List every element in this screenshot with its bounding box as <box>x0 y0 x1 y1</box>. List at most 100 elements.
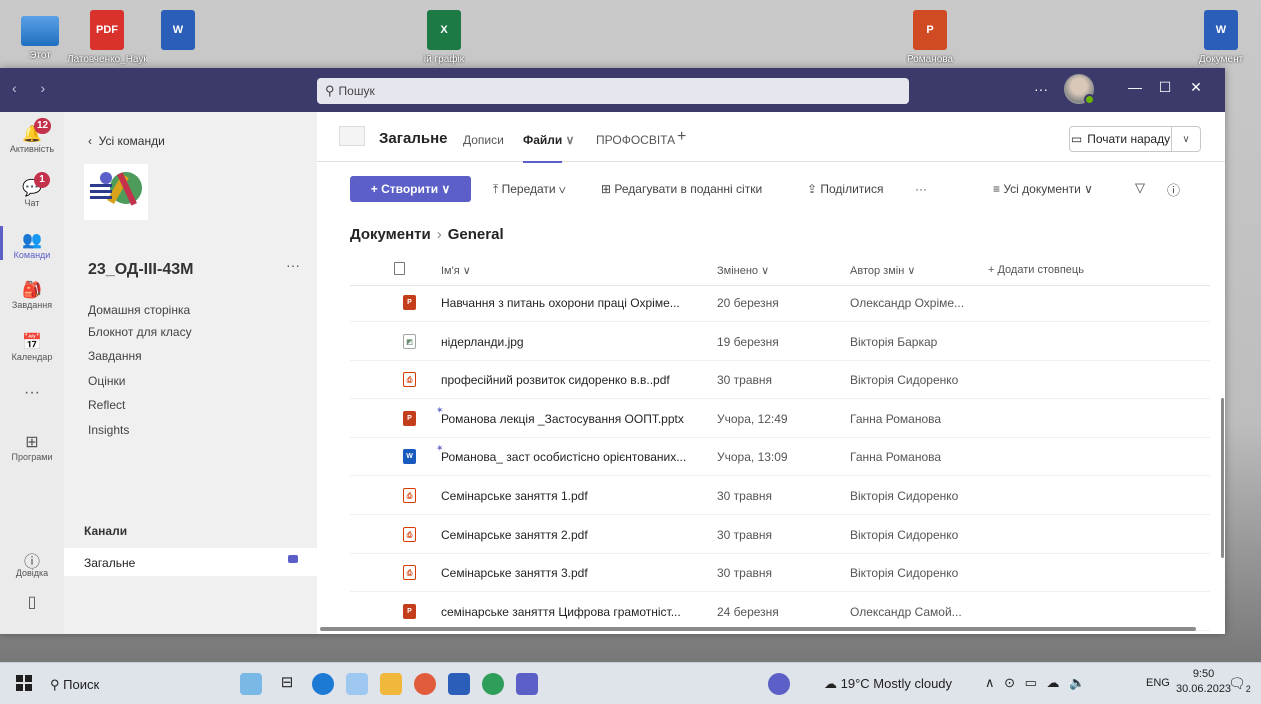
filter-icon[interactable]: ▽ <box>1135 180 1145 196</box>
file-row[interactable]: ⎙ Семінарське заняття 1.pdf 30 травня Вікто… <box>350 477 1210 515</box>
desktop-icon-pdf[interactable]: PDF Латовченко_Науково-... <box>67 4 147 65</box>
team-link-assignments[interactable]: Завдання <box>88 349 142 363</box>
rail-chat[interactable]: 💬 1 Чат <box>0 172 64 208</box>
system-tray-icons[interactable]: ∧ ⊙ ▭ ☁ 🔈 <box>985 675 1088 691</box>
team-link-notebook[interactable]: Блокнот для класу <box>88 325 192 339</box>
close-button[interactable]: ✕ <box>1181 79 1211 96</box>
team-more-button[interactable]: ··· <box>286 257 300 273</box>
all-documents-view[interactable]: ≡ Усі документи ∨ <box>993 182 1093 196</box>
upload-button[interactable]: ⤒ Передати ∨ <box>493 182 566 197</box>
clock[interactable]: 9:50 30.06.2023 <box>1176 667 1231 697</box>
word-icon[interactable] <box>448 673 470 695</box>
breadcrumb-documents[interactable]: Документи <box>350 226 431 243</box>
maximize-button[interactable]: ☐ <box>1150 79 1180 96</box>
share-button[interactable]: ⇪ Поділитися <box>807 182 884 196</box>
all-teams-link[interactable]: ‹ Усі команди <box>88 134 165 148</box>
tab-posts[interactable]: Дописи <box>463 133 504 147</box>
column-modified[interactable]: Змінено ∨ <box>717 264 769 277</box>
channel-title: Загальне <box>379 130 448 147</box>
input-language[interactable]: ENG <box>1146 677 1170 689</box>
file-name[interactable]: Семінарське заняття 2.pdf <box>441 528 709 542</box>
rail-assignments[interactable]: 🎒 Завдання <box>0 280 64 310</box>
task-view-icon[interactable]: ⊟ <box>276 673 298 695</box>
avatar[interactable] <box>1064 74 1095 105</box>
file-row[interactable]: P ✶ Романова лекція _Застосування ООПТ.ppt… <box>350 400 1210 438</box>
dropbox-icon[interactable] <box>346 673 368 695</box>
breadcrumb-general: General <box>447 226 504 243</box>
column-name[interactable]: Ім'я ∨ <box>441 264 471 277</box>
taskbar-widget-icon[interactable] <box>240 673 262 695</box>
file-name[interactable]: Романова_ заст особистісно орієнтованих.… <box>441 450 709 464</box>
rail-activity[interactable]: 🔔 12 Активність <box>0 118 64 154</box>
add-tab-button[interactable]: + <box>677 128 686 146</box>
team-link-insights[interactable]: Insights <box>88 423 129 437</box>
desktop-icon-ppt[interactable]: P Романова <box>890 4 970 65</box>
file-name[interactable]: професійний розвиток сидоренко в.в..pdf <box>441 373 709 387</box>
team-logo-icon <box>84 164 148 220</box>
file-name[interactable]: Навчання з питань охорони праці Охріме..… <box>441 296 709 310</box>
vertical-scrollbar[interactable] <box>1221 398 1224 558</box>
rail-help[interactable]: ⓘ Довідка <box>0 548 64 578</box>
rail-teams[interactable]: 👥 Команди <box>0 226 64 260</box>
edit-grid-button[interactable]: ⊞ Редагувати в поданні сітки <box>601 182 762 196</box>
file-modified: 30 травня <box>717 373 773 388</box>
column-author[interactable]: Автор змін ∨ <box>850 264 915 277</box>
opera-icon[interactable] <box>414 673 436 695</box>
search-icon: ⚲ <box>325 83 335 98</box>
team-name: 23_ОД-ІІІ-43М <box>88 261 194 278</box>
tab-files[interactable]: Файли ∨ <box>523 133 574 163</box>
channel-general[interactable]: Загальне <box>64 548 317 576</box>
file-modified: 30 травня <box>717 566 773 581</box>
desktop-icon-word-2[interactable]: W Документ <box>1181 4 1261 65</box>
search-input[interactable]: ⚲ Пошук <box>317 78 909 104</box>
file-row[interactable]: ⎙ професійний розвиток сидоренко в.в..pdf… <box>350 361 1210 400</box>
rail-more[interactable]: ··· <box>0 384 64 404</box>
file-row[interactable]: ⎙ Семінарське заняття 3.pdf 30 травня Вікто… <box>350 554 1210 593</box>
mobile-device-icon: ▯ <box>27 594 37 611</box>
taskbar-search[interactable]: ⚲ Поиск <box>50 677 99 693</box>
chat-icon: 💬 1 <box>0 172 64 198</box>
file-row[interactable]: Pсемінарське заняття Цифрова грамотніст.… <box>350 593 1210 631</box>
team-link-grades[interactable]: Оцінки <box>88 374 125 388</box>
desktop-icon-excel[interactable]: X ій графік <box>404 4 484 65</box>
more-icon: ··· <box>24 384 40 401</box>
file-name[interactable]: Семінарське заняття 1.pdf <box>441 489 709 503</box>
jpg-file-icon: ◩ <box>403 333 416 349</box>
desktop-icon-word[interactable]: W <box>138 4 218 54</box>
tab-profosvita[interactable]: ПРОФОСВІТА <box>596 133 675 147</box>
toolbar-more-button[interactable]: ··· <box>915 182 927 196</box>
file-row[interactable]: W ✶ Романова_ заст особистісно орієнтовани… <box>350 438 1210 477</box>
edge-browser-icon[interactable] <box>312 673 334 695</box>
notifications-icon[interactable]: 🗨2 <box>1228 675 1251 694</box>
add-column-button[interactable]: + Додати стовпець <box>988 264 1084 276</box>
team-link-home[interactable]: Домашня сторінка <box>88 303 190 317</box>
file-row[interactable]: ⎙ Семінарське заняття 2.pdf 30 травня Вікто… <box>350 516 1210 554</box>
pdf-file-icon: ⎙ <box>403 372 416 388</box>
file-row[interactable]: ◩ нідерланди.jpg 19 березня Вікторія Баркар <box>350 323 1210 361</box>
weather-widget[interactable]: ☁ 19°C Mostly cloudy <box>824 676 952 692</box>
chrome-icon[interactable] <box>482 673 504 695</box>
meet-now-button[interactable]: ▭ Почати нараду ∨ <box>1069 126 1201 152</box>
rail-mobile[interactable]: ▯ <box>0 592 64 612</box>
back-forward-nav[interactable]: ‹ › <box>12 80 55 96</box>
file-name[interactable]: Семінарське заняття 3.pdf <box>441 566 709 580</box>
teams-app-icon[interactable] <box>768 673 790 695</box>
file-name[interactable]: Романова лекція _Застосування ООПТ.pptx <box>441 412 709 426</box>
file-name[interactable]: нідерланди.jpg <box>441 335 709 349</box>
rail-apps[interactable]: ⊞ Програми <box>0 432 64 462</box>
team-link-reflect[interactable]: Reflect <box>88 398 125 412</box>
info-icon[interactable]: ⓘ <box>1167 180 1180 199</box>
minimize-button[interactable]: — <box>1120 79 1150 95</box>
create-button[interactable]: + Створити ∨ <box>350 176 471 202</box>
file-name[interactable]: семінарське заняття Цифрова грамотніст..… <box>441 605 709 619</box>
horizontal-scrollbar[interactable] <box>320 627 1196 631</box>
rail-calendar[interactable]: 📅 Календар <box>0 332 64 362</box>
chevron-down-icon[interactable]: ∨ <box>1172 127 1200 151</box>
settings-more-button[interactable]: ··· <box>1034 81 1048 97</box>
windows-start-icon[interactable] <box>16 675 32 691</box>
file-row[interactable]: P Навчання з питань охорони праці Охріме.… <box>350 284 1210 322</box>
calendar-icon: 📅 <box>22 334 42 351</box>
bell-icon: 🔔 12 <box>0 118 64 144</box>
teams-taskbar-icon[interactable] <box>516 673 538 695</box>
file-explorer-icon[interactable] <box>380 673 402 695</box>
